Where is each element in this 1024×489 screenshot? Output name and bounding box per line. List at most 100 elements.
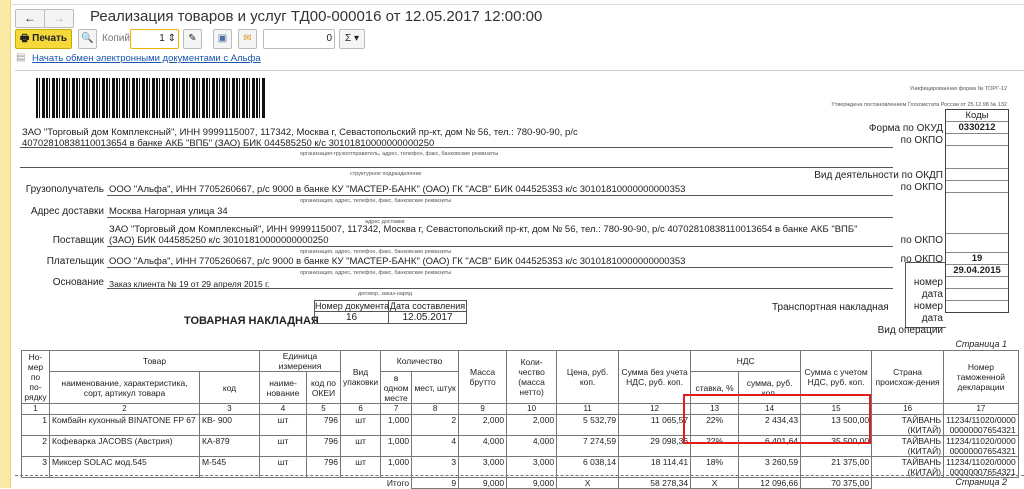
number-label: номер xyxy=(913,301,943,312)
sum-button[interactable]: Σ ▾ xyxy=(339,29,365,49)
col-header: наименование, характеристика, сорт, арти… xyxy=(49,371,200,404)
email-button[interactable]: ✉ xyxy=(238,29,257,49)
docnum-value: 16 xyxy=(315,312,389,323)
edo-exchange-link[interactable]: Начать обмен электронными документами с … xyxy=(32,53,261,64)
col-header: Товар xyxy=(49,350,260,372)
doc-title: ТОВАРНАЯ НАКЛАДНАЯ xyxy=(184,315,319,327)
okud-label: Форма по ОКУД xyxy=(868,123,943,134)
col-number: 10 xyxy=(506,403,558,415)
okpo-label: по ОКПО xyxy=(900,135,943,146)
preview-button[interactable]: 🔍 xyxy=(78,29,97,49)
approved-note: Утверждена постановлением Госкомстата Ро… xyxy=(831,102,1007,108)
transport-label: Транспортная накладная xyxy=(772,302,889,313)
basis-label: Основание xyxy=(52,277,104,288)
number-label: номер xyxy=(913,277,943,288)
doc-number-box: Номер документа Дата составления 16 12.05.… xyxy=(314,300,467,324)
save-button[interactable]: ▣ xyxy=(213,29,232,49)
forward-button[interactable]: → xyxy=(44,9,74,28)
page-1-label: Страница 1 xyxy=(955,339,1007,349)
total-label: Итого xyxy=(21,477,413,489)
table-cell: 1,000 xyxy=(380,435,413,457)
print-button[interactable]: 🖶 Печать xyxy=(15,29,72,49)
col-header: код xyxy=(199,371,260,404)
table-cell: 796 xyxy=(306,414,341,436)
code-cell xyxy=(946,146,1008,169)
col-number: 16 xyxy=(871,403,945,415)
col-number: 17 xyxy=(943,403,1019,415)
table-cell: 11234/11020/0000 00000007654321 xyxy=(943,435,1019,457)
col-number: 12 xyxy=(618,403,692,415)
okpo-shipper xyxy=(946,134,1008,146)
table-cell: шт xyxy=(339,414,382,436)
okud-code: 0330212 xyxy=(946,122,1008,134)
table-cell: КВ- 900 xyxy=(199,414,260,436)
consignee-value: ООО "Альфа", ИНН 7705260667, р/с 9000 в … xyxy=(109,184,686,195)
left-panel-strip xyxy=(0,0,11,488)
col-header: в одном месте xyxy=(380,371,413,404)
table-cell: 2 xyxy=(411,414,460,436)
operation-code xyxy=(946,301,1008,312)
basis-date: 29.04.2015 xyxy=(946,265,1008,277)
edit-button[interactable]: ✎ xyxy=(183,29,202,49)
total-places: 9 xyxy=(411,477,460,489)
table-cell: 1 xyxy=(21,414,50,436)
col-number: 6 xyxy=(339,403,382,415)
table-cell: 2 xyxy=(21,435,50,457)
edit-icon: ✎ xyxy=(188,33,197,44)
col-number: 1 xyxy=(21,403,50,415)
consignee-label: Грузополучатель xyxy=(25,184,104,195)
okpo-supplier xyxy=(946,193,1008,234)
shipper-caption: организация-грузоотправитель, адрес, тел… xyxy=(300,151,499,157)
table-cell: Комбайн кухонный BINATONE FP 67 xyxy=(49,414,200,436)
table-cell: 4,000 xyxy=(506,435,558,457)
unified-form: Унифицированная форма № ТОРГ-12 xyxy=(909,86,1007,92)
table-cell: 1,000 xyxy=(380,414,413,436)
okdp-label: Вид деятельности по ОКДП xyxy=(814,170,943,181)
highlight-box xyxy=(683,394,871,444)
col-header: Номер таможенной декларации xyxy=(943,350,1019,404)
okpo-payer xyxy=(946,234,1008,253)
total-vat: 12 096,66 xyxy=(738,477,802,489)
col-number: 8 xyxy=(411,403,460,415)
basis-caption: договор, заказ-наряд xyxy=(358,291,412,297)
table-cell: 2,000 xyxy=(458,414,508,436)
back-button[interactable]: ← xyxy=(15,9,45,28)
delivery-label: Адрес доставки xyxy=(30,206,104,217)
org-caption: организация, адрес, телефон, факс, банко… xyxy=(300,249,452,255)
table-cell: 4 xyxy=(411,435,460,457)
table-cell: шт xyxy=(339,435,382,457)
col-header: Единица измерения xyxy=(259,350,341,372)
table-cell: 2,000 xyxy=(506,414,558,436)
docdate-header: Дата составления xyxy=(389,301,466,311)
col-header: мест, штук xyxy=(411,371,460,404)
total-net: 9,000 xyxy=(506,477,558,489)
okdp-code xyxy=(946,169,1008,181)
okpo-label: по ОКПО xyxy=(900,235,943,246)
col-number: 11 xyxy=(556,403,620,415)
col-header: НДС xyxy=(690,350,802,372)
col-header: код по ОКЕИ xyxy=(306,371,341,404)
total-sum: 58 278,34 xyxy=(618,477,692,489)
col-number: 4 xyxy=(259,403,307,415)
window-title: Реализация товаров и услуг ТД00-000016 о… xyxy=(90,8,543,25)
col-header: Цена, руб. коп. xyxy=(556,350,620,404)
table-cell: 7 274,59 xyxy=(556,435,620,457)
envelope-icon: ✉ xyxy=(243,33,252,44)
payer-value: ООО "Альфа", ИНН 7705260667, р/с 9000 в … xyxy=(109,256,686,267)
col-header: Сумма без учета НДС, руб. коп. xyxy=(618,350,692,404)
copies-input[interactable]: 1 ⇕ xyxy=(130,29,179,49)
table-cell: 796 xyxy=(306,435,341,457)
printer-icon: 🖶 xyxy=(19,33,33,44)
okpo-label: по ОКПО xyxy=(900,182,943,193)
counter-field[interactable]: 0 xyxy=(263,29,335,49)
page-2-label: Страница 2 xyxy=(955,477,1007,487)
supplier-value: ЗАО "Торговый дом Комплексный", ИНН 9999… xyxy=(109,224,858,246)
okpo-consignee xyxy=(946,181,1008,193)
codes-box: Коды 0330212 19 29.04.2015 xyxy=(945,109,1009,313)
col-number: 3 xyxy=(199,403,260,415)
col-number: 9 xyxy=(458,403,508,415)
org-caption: организация, адрес, телефон, факс, банко… xyxy=(300,198,452,204)
codes-header: Коды xyxy=(946,110,1008,122)
table-cell: 29 098,36 xyxy=(618,435,692,457)
col-number: 2 xyxy=(49,403,200,415)
